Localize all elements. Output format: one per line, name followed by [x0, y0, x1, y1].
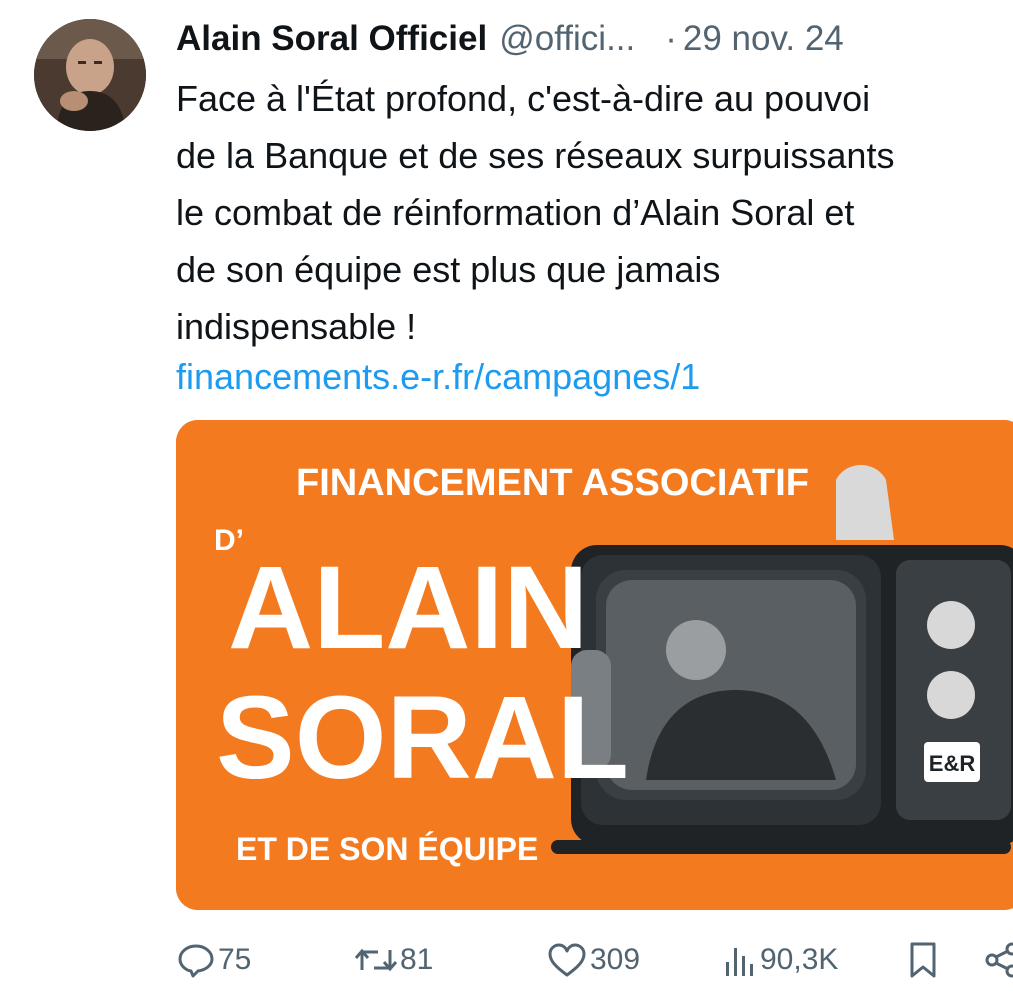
views-icon: [726, 948, 753, 976]
repost-icon: [354, 948, 398, 972]
tweet-media-image[interactable]: E&R FINANCEMENT ASSOCIATIF D’ ALAIN SORA…: [176, 420, 1013, 910]
repost-count: 81: [400, 943, 434, 976]
tweet-link[interactable]: financements.e-r.fr/campagnes/1: [176, 348, 700, 405]
media-name-line2: SORAL: [216, 672, 629, 804]
media-headline: FINANCEMENT ASSOCIATIF: [296, 462, 809, 504]
tweet-date[interactable]: 29 nov. 24: [683, 19, 844, 59]
reply-button[interactable]: 75: [176, 930, 251, 990]
views-button[interactable]: 90,3K: [722, 930, 838, 990]
share-icon: [985, 942, 1013, 978]
tweet-actions: 75 81 309 90,3K: [176, 930, 1013, 990]
views-count: 90,3K: [760, 943, 839, 976]
like-button[interactable]: 309: [546, 930, 640, 990]
bookmark-button[interactable]: [906, 930, 940, 990]
share-button[interactable]: [984, 930, 1013, 990]
media-name-line1: ALAIN: [228, 542, 589, 674]
tweet-header: Alain Soral Officiel @offici... · 29 nov…: [176, 14, 844, 64]
avatar-portrait: [34, 19, 146, 131]
author-handle[interactable]: @offici...: [499, 19, 635, 59]
author-name[interactable]: Alain Soral Officiel: [176, 19, 487, 59]
campaign-banner: E&R FINANCEMENT ASSOCIATIF D’ ALAIN SORA…: [176, 420, 1013, 910]
bookmark-icon: [910, 942, 936, 978]
like-count: 309: [590, 943, 641, 976]
reply-count: 75: [218, 943, 252, 976]
tweet-text: Face à l'État profond, c'est-à-dire au p…: [176, 78, 895, 347]
tv-badge: E&R: [929, 751, 976, 776]
heart-icon: [548, 943, 586, 977]
separator-dot: ·: [665, 19, 677, 58]
repost-button[interactable]: 81: [354, 930, 433, 990]
media-footer: ET DE SON ÉQUIPE: [236, 831, 538, 867]
avatar[interactable]: [34, 19, 146, 131]
reply-icon: [178, 944, 214, 978]
